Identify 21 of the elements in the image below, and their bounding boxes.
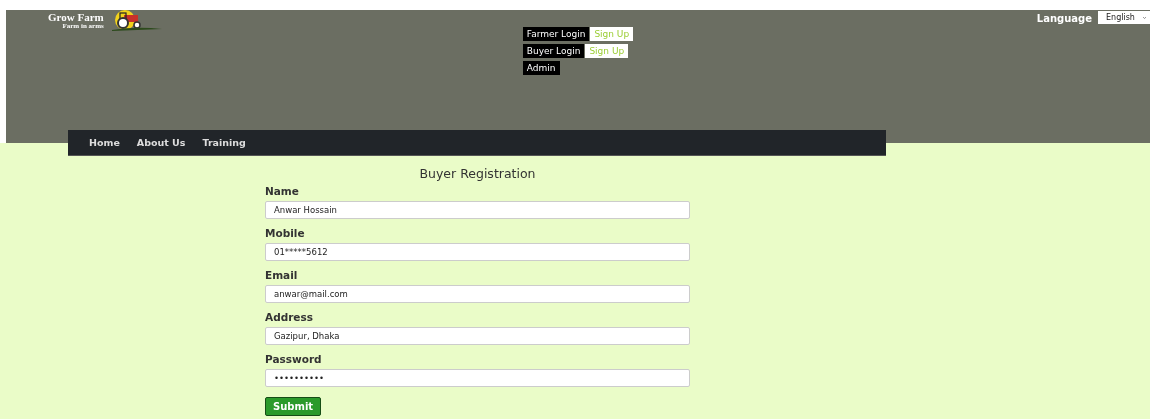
site-title: Grow Farm xyxy=(48,10,104,23)
field-label: Address xyxy=(265,311,314,323)
nav-link[interactable]: About Us xyxy=(136,137,186,148)
field-label: Mobile xyxy=(265,227,306,239)
nav-link[interactable]: Home xyxy=(89,137,120,148)
input-field[interactable]: anwar@mail.com xyxy=(265,285,690,303)
input-field[interactable]: Anwar Hossain xyxy=(265,201,690,219)
login-link[interactable]: Farmer Login xyxy=(522,27,590,41)
field-label: Password xyxy=(265,353,323,365)
submit-button[interactable]: Submit xyxy=(265,397,322,416)
input-field[interactable]: 01*****5612 xyxy=(265,243,690,261)
field-label: Email xyxy=(265,269,299,281)
nav-link[interactable]: Training xyxy=(202,137,246,148)
language-label: Language xyxy=(1036,12,1092,24)
login-link[interactable]: Admin xyxy=(522,61,560,75)
input-field[interactable]: •••••••••• xyxy=(265,369,690,387)
form-title: Buyer Registration xyxy=(418,166,537,181)
login-link[interactable]: Buyer Login xyxy=(522,44,585,58)
input-field[interactable]: Gazipur, Dhaka xyxy=(265,327,690,345)
language-select[interactable]: English xyxy=(1098,11,1150,24)
field-label: Name xyxy=(265,185,300,197)
